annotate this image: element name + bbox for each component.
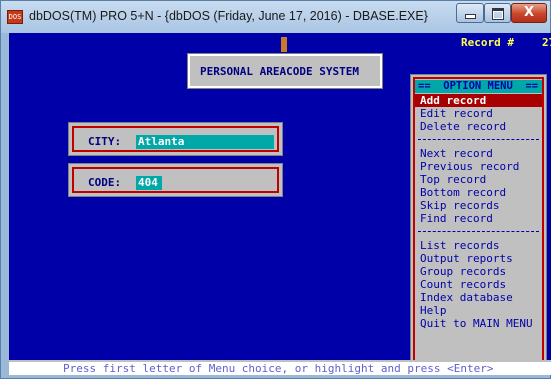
menu-item-count-records[interactable]: Count records <box>415 278 542 291</box>
menu-item-edit-record[interactable]: Edit record <box>415 107 542 120</box>
menu-item-group-records[interactable]: Group records <box>415 265 542 278</box>
code-field-box: CODE: 404 <box>68 163 283 197</box>
maximize-button[interactable] <box>484 3 511 23</box>
dos-screen[interactable]: Record # 27 PERSONAL AREACODE SYSTEM CIT… <box>9 33 551 375</box>
code-field-frame: CODE: 404 <box>72 167 279 193</box>
code-input[interactable]: 404 <box>136 176 162 190</box>
menu-item-bottom-record[interactable]: Bottom record <box>415 186 542 199</box>
option-menu-title: == OPTION MENU == <box>418 80 539 92</box>
menu-item-help[interactable]: Help <box>415 304 542 317</box>
status-bar: Press first letter of Menu choice, or hi… <box>9 362 551 375</box>
option-menu: == OPTION MENU == Add record Edit record… <box>410 74 547 367</box>
menu-item-index-database[interactable]: Index database <box>415 291 542 304</box>
city-field-frame: CITY: Atlanta <box>72 126 279 152</box>
menu-item-previous-record[interactable]: Previous record <box>415 160 542 173</box>
close-icon: X <box>523 5 535 20</box>
option-menu-header: == OPTION MENU == <box>415 80 542 93</box>
city-label: CITY: <box>88 135 122 148</box>
app-title: PERSONAL AREACODE SYSTEM <box>200 65 359 78</box>
city-field-box: CITY: Atlanta <box>68 122 283 156</box>
record-label: Record # <box>461 36 514 49</box>
status-text: Press first letter of Menu choice, or hi… <box>63 362 494 375</box>
menu-item-list-records[interactable]: List records <box>415 239 542 252</box>
menu-item-find-record[interactable]: Find record <box>415 212 542 225</box>
maximize-icon <box>491 8 504 20</box>
dbdos-window: DOS dbDOS(TM) PRO 5+N - {dbDOS (Friday, … <box>0 0 551 379</box>
menu-item-top-record[interactable]: Top record <box>415 173 542 186</box>
minimize-icon <box>464 14 476 19</box>
menu-item-output-reports[interactable]: Output reports <box>415 252 542 265</box>
menu-item-quit-to-main-menu[interactable]: Quit to MAIN MENU <box>415 317 542 330</box>
option-menu-frame: == OPTION MENU == Add record Edit record… <box>413 77 544 364</box>
city-input[interactable]: Atlanta <box>136 135 274 149</box>
cursor-marker <box>281 37 287 52</box>
menu-item-next-record[interactable]: Next record <box>415 147 542 160</box>
code-label: CODE: <box>88 176 122 189</box>
window-title: dbDOS(TM) PRO 5+N - {dbDOS (Friday, June… <box>29 9 428 23</box>
menu-item-skip-records[interactable]: Skip records <box>415 199 542 212</box>
menu-separator <box>418 139 539 140</box>
app-title-box: PERSONAL AREACODE SYSTEM <box>187 53 383 89</box>
menu-item-add-record[interactable]: Add record <box>415 94 542 107</box>
dbdos-app-icon[interactable]: DOS <box>7 10 23 24</box>
minimize-button[interactable] <box>456 3 484 23</box>
close-button[interactable]: X <box>511 3 547 23</box>
record-number: 27 <box>542 36 551 49</box>
menu-item-delete-record[interactable]: Delete record <box>415 120 542 133</box>
menu-separator <box>418 231 539 232</box>
title-bar[interactable]: DOS dbDOS(TM) PRO 5+N - {dbDOS (Friday, … <box>1 1 550 33</box>
